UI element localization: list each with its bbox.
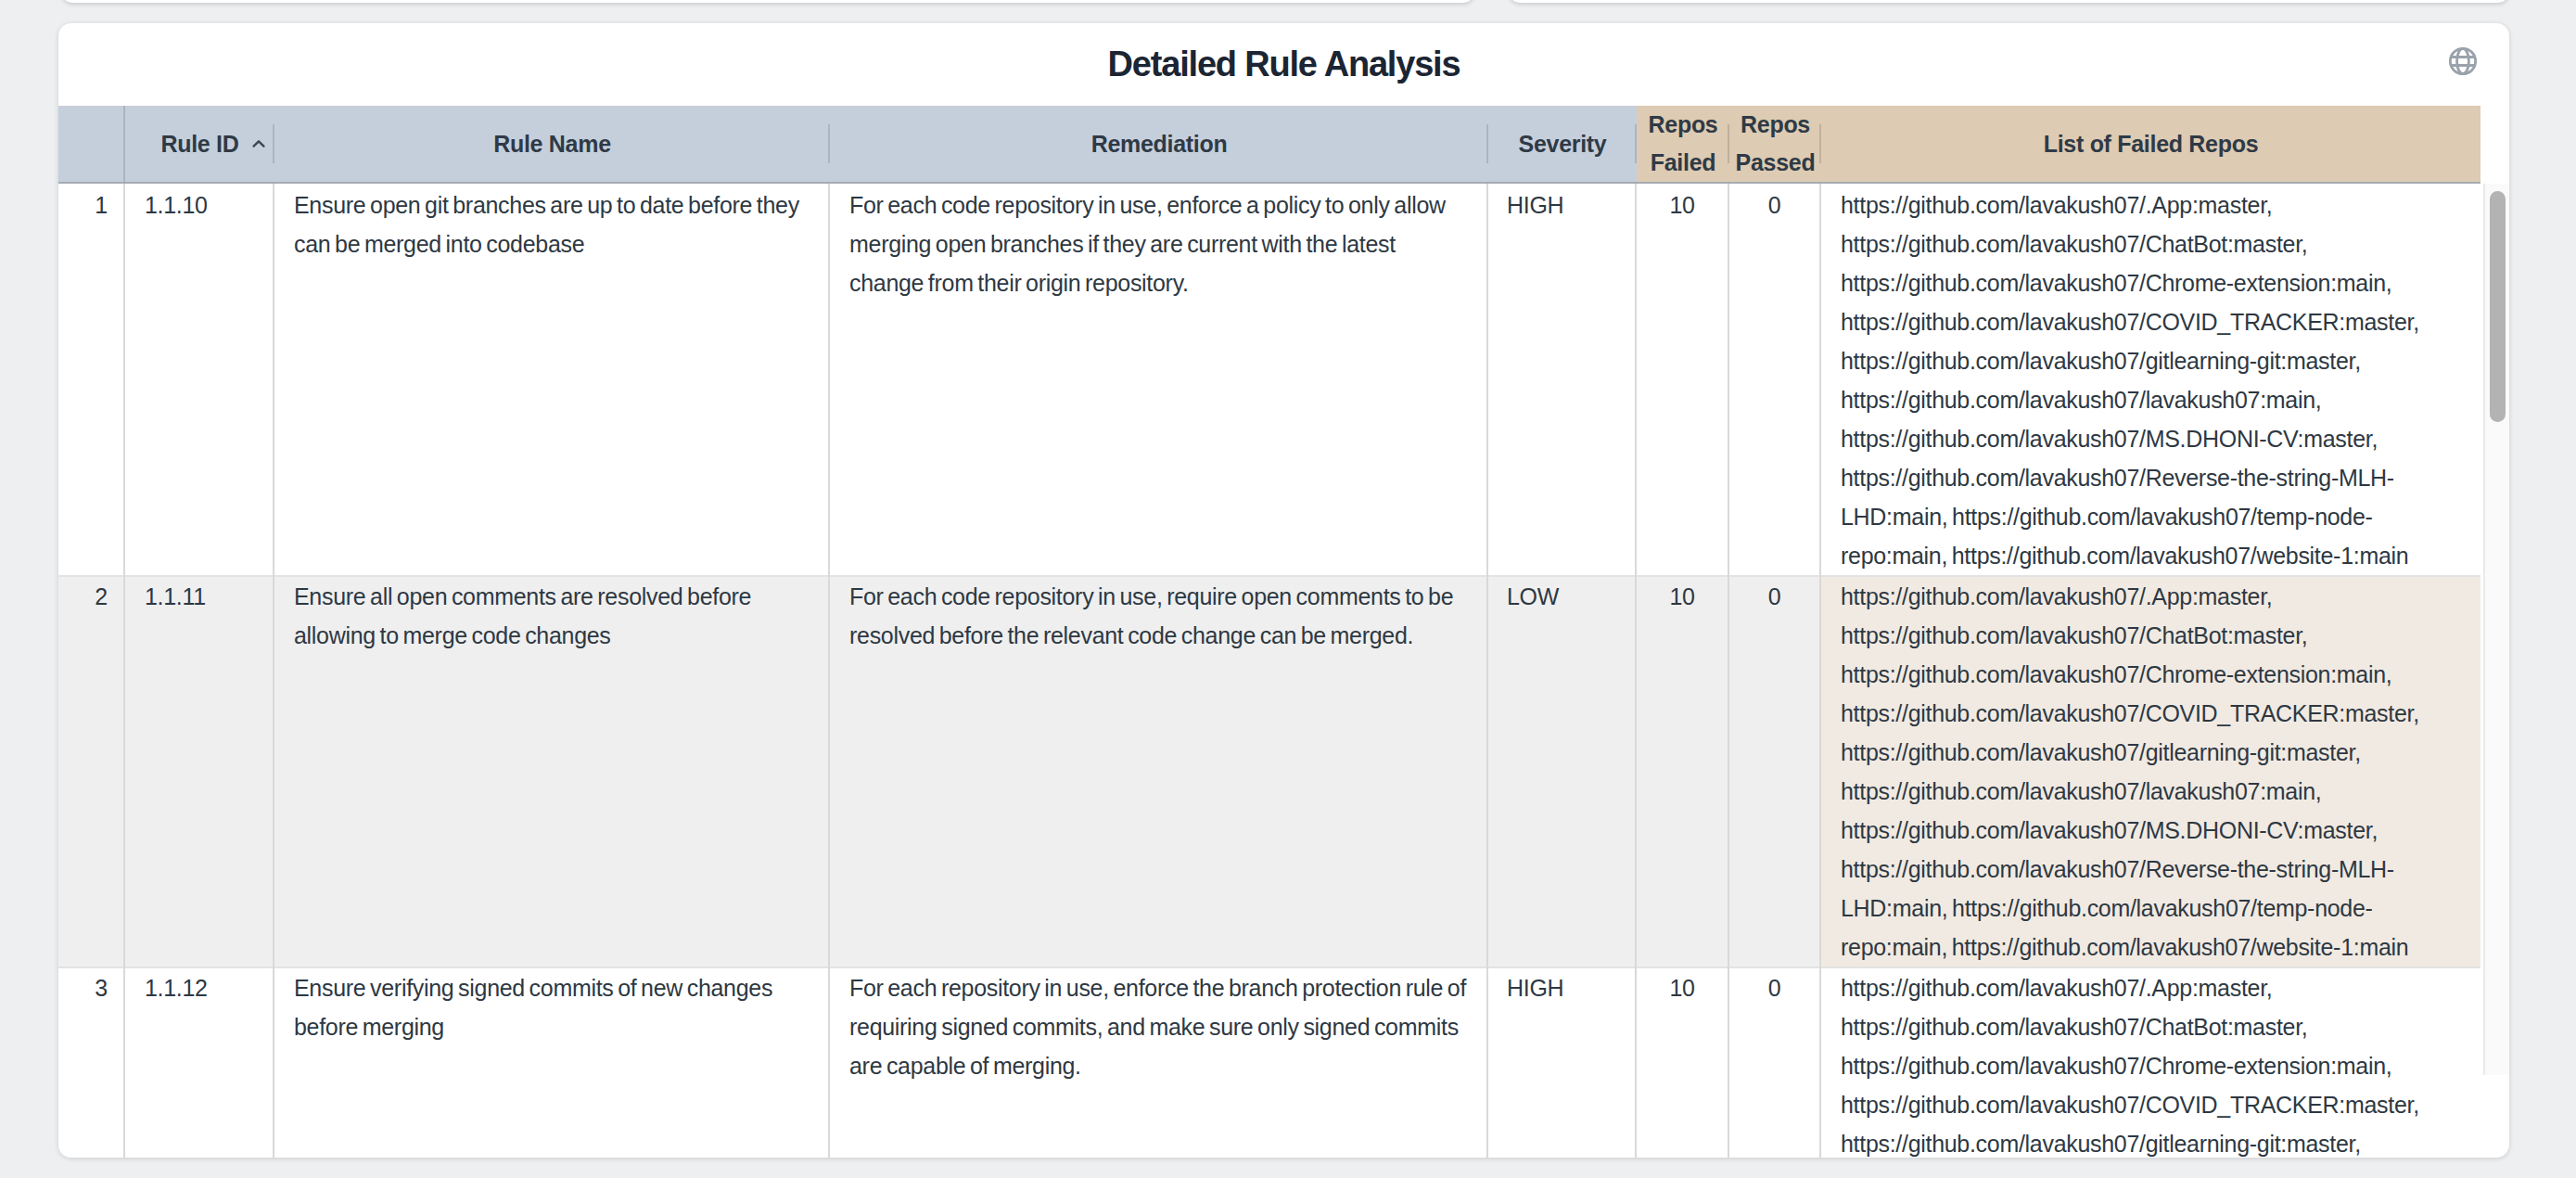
cell-rule-name: Ensure open git branches are up to date … (274, 184, 830, 575)
cell-rule-id: 1.1.12 (125, 967, 274, 1158)
sort-asc-icon (247, 132, 271, 156)
cell-failed-repos: https://github.com/lavakush07/.App:maste… (1821, 967, 2480, 1158)
cell-repos-failed: 10 (1637, 575, 1729, 967)
header-remediation[interactable]: Remediation (830, 106, 1488, 182)
detailed-rule-analysis-card: Detailed Rule Analysis Rule ID Rule Name… (58, 23, 2509, 1158)
cell-repos-failed: 10 (1637, 184, 1729, 575)
cell-severity: HIGH (1488, 184, 1637, 575)
header-repos-passed[interactable]: Repos Passed (1729, 106, 1821, 182)
cell-rule-name: Ensure all open comments are resolved be… (274, 575, 830, 967)
header-rule-name[interactable]: Rule Name (274, 106, 830, 182)
cell-repos-passed: 0 (1729, 967, 1821, 1158)
cell-remediation: For each repository in use, enforce the … (830, 967, 1488, 1158)
globe-icon (2446, 45, 2480, 78)
cell-row-number: 1 (58, 184, 125, 575)
rule-table: Rule ID Rule Name Remediation Severity R… (58, 106, 2480, 1158)
header-failed-repos[interactable]: List of Failed Repos (1821, 106, 2480, 182)
cell-rule-name: Ensure verifying signed commits of new c… (274, 967, 830, 1158)
header-repos-failed[interactable]: Repos Failed (1637, 106, 1729, 182)
vertical-scrollbar[interactable] (2483, 184, 2509, 1075)
header-rule-id[interactable]: Rule ID (125, 106, 274, 182)
cell-repos-passed: 0 (1729, 184, 1821, 575)
cell-rule-id: 1.1.10 (125, 184, 274, 575)
cell-rule-id: 1.1.11 (125, 575, 274, 967)
cell-repos-passed: 0 (1729, 575, 1821, 967)
cell-remediation: For each code repository in use, enforce… (830, 184, 1488, 575)
page-title: Detailed Rule Analysis (1108, 45, 1460, 84)
cell-severity: HIGH (1488, 967, 1637, 1158)
top-right-card (1509, 0, 2509, 3)
header-row-number[interactable] (58, 106, 125, 182)
scrollbar-thumb[interactable] (2490, 191, 2506, 422)
table-header-row: Rule ID Rule Name Remediation Severity R… (58, 106, 2480, 184)
card-header: Detailed Rule Analysis (58, 23, 2509, 106)
cell-repos-failed: 10 (1637, 967, 1729, 1158)
cell-row-number: 2 (58, 575, 125, 967)
header-severity[interactable]: Severity (1488, 106, 1637, 182)
table-row[interactable]: 3 1.1.12 Ensure verifying signed commits… (58, 967, 2480, 1158)
table-row[interactable]: 1 1.1.10 Ensure open git branches are up… (58, 184, 2480, 575)
top-left-card (61, 0, 1474, 3)
page: Detailed Rule Analysis Rule ID Rule Name… (0, 0, 2576, 1178)
table-row[interactable]: 2 1.1.11 Ensure all open comments are re… (58, 575, 2480, 967)
cell-severity: LOW (1488, 575, 1637, 967)
cell-row-number: 3 (58, 967, 125, 1158)
cell-failed-repos: https://github.com/lavakush07/.App:maste… (1821, 575, 2480, 967)
cell-failed-repos: https://github.com/lavakush07/.App:maste… (1821, 184, 2480, 575)
cell-remediation: For each code repository in use, require… (830, 575, 1488, 967)
